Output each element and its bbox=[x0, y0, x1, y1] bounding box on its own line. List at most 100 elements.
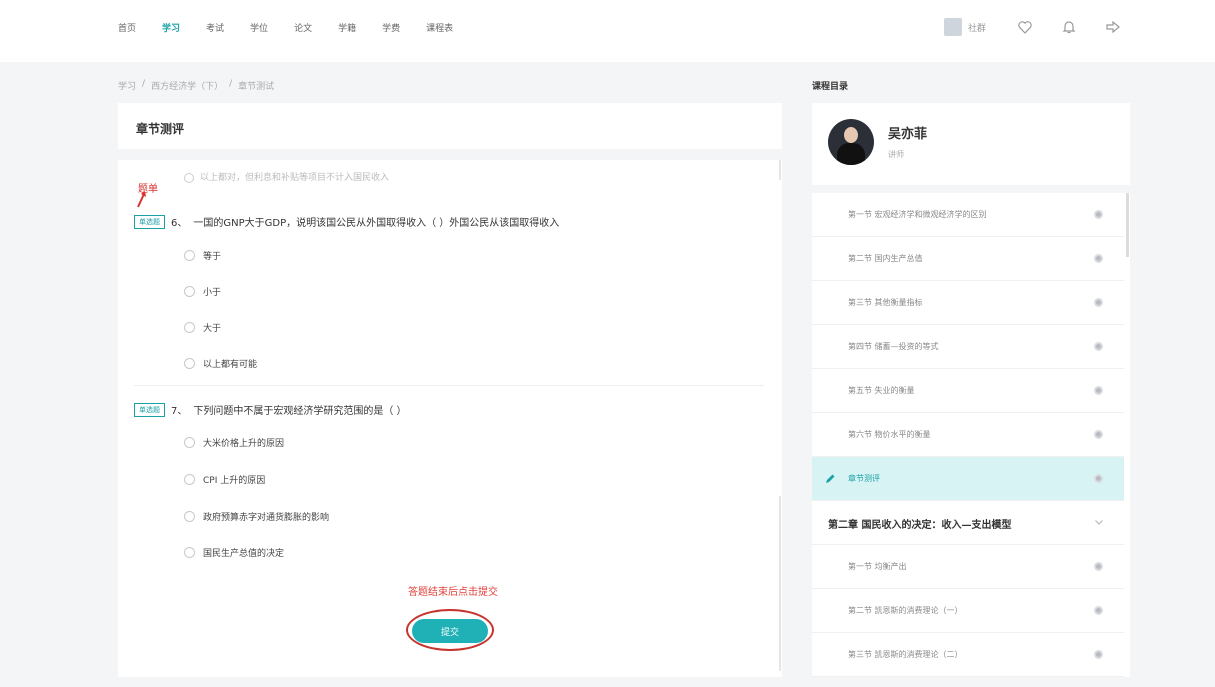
chapter-2-header[interactable]: 第二章 国民收入的决定：收入—支出模型 bbox=[812, 501, 1124, 545]
outline-item-label: 第二节 凯恩斯的消费理论（一） bbox=[848, 606, 963, 615]
breadcrumb-current: 章节测试 bbox=[238, 82, 275, 92]
quiz-body: 以上都对，但利息和补贴等项目不计入国民收入 题单 单选题 6、 一国的GNP大于… bbox=[118, 160, 782, 677]
option-label: 大米价格上升的原因 bbox=[203, 439, 285, 449]
radio-icon[interactable] bbox=[184, 511, 195, 522]
option-label: 等于 bbox=[203, 252, 222, 262]
breadcrumb-separator: / bbox=[229, 79, 233, 89]
radio-icon[interactable] bbox=[184, 474, 195, 485]
question-6: 单选题 6、 一国的GNP大于GDP，说明该国公民从外国取得收入（ ）外国公民从… bbox=[134, 214, 559, 229]
q6-option-a[interactable]: 等于 bbox=[184, 249, 221, 262]
quiz-header: 章节测评 bbox=[118, 103, 782, 149]
outline-item[interactable]: 第二节 凯恩斯的消费理论（一） bbox=[812, 589, 1124, 633]
radio-icon[interactable] bbox=[184, 286, 195, 297]
question-type-badge: 单选题 bbox=[134, 214, 165, 229]
breadcrumb: 学习 / 西方经济学（下） / 章节测试 bbox=[118, 79, 274, 92]
outline-item-label: 第三节 其他衡量指标 bbox=[848, 298, 923, 307]
cut-off-option[interactable]: 以上都对，但利息和补贴等项目不计入国民收入 bbox=[184, 170, 389, 183]
outline-item-label: 第四节 储蓄—投资的等式 bbox=[848, 342, 939, 351]
option-label: 以上都有可能 bbox=[203, 360, 258, 370]
radio-icon[interactable] bbox=[184, 358, 195, 369]
question-number: 6、 bbox=[171, 218, 188, 229]
status-dot-icon bbox=[1094, 474, 1103, 483]
teacher-avatar bbox=[828, 119, 874, 165]
breadcrumb-separator: / bbox=[142, 79, 146, 89]
q6-option-c[interactable]: 大于 bbox=[184, 321, 221, 334]
outline-item-label: 第三节 凯恩斯的消费理论（二） bbox=[848, 650, 963, 659]
teacher-name: 吴亦菲 bbox=[888, 127, 928, 142]
username[interactable]: 社群 bbox=[968, 21, 986, 34]
option-label: 小于 bbox=[203, 288, 222, 298]
outline-item[interactable]: 第六节 物价水平的衡量 bbox=[812, 413, 1124, 457]
status-dot-icon bbox=[1094, 298, 1103, 307]
q6-option-b[interactable]: 小于 bbox=[184, 285, 221, 298]
radio-icon bbox=[184, 172, 194, 183]
radio-icon[interactable] bbox=[184, 322, 195, 333]
outline-item[interactable]: 第一节 宏观经济学和微观经济学的区别 bbox=[812, 193, 1124, 237]
radio-icon[interactable] bbox=[184, 547, 195, 558]
q7-option-c[interactable]: 政府预算赤字对通货膨胀的影响 bbox=[184, 510, 329, 523]
course-outline: 第一节 宏观经济学和微观经济学的区别 第二节 国内生产总值 第三节 其他衡量指标… bbox=[812, 193, 1130, 677]
main-nav: 首页 学习 考试 学位 论文 学籍 学费 课程表 bbox=[118, 22, 479, 36]
status-dot-icon bbox=[1094, 606, 1103, 615]
scrollbar-thumb[interactable] bbox=[779, 496, 781, 671]
outline-item[interactable]: 第四节 储蓄—投资的等式 bbox=[812, 325, 1124, 369]
outline-item-label: 章节测评 bbox=[848, 474, 880, 483]
outline-item-label: 第五节 失业的衡量 bbox=[848, 386, 915, 395]
outline-item[interactable]: 第三节 凯恩斯的消费理论（二） bbox=[812, 633, 1124, 677]
outline-item[interactable]: 第一节 均衡产出 bbox=[812, 545, 1124, 589]
status-dot-icon bbox=[1094, 254, 1103, 263]
breadcrumb-study[interactable]: 学习 bbox=[118, 79, 136, 92]
avatar-face bbox=[844, 127, 858, 143]
status-dot-icon bbox=[1094, 342, 1103, 351]
user-area: 社群 bbox=[944, 18, 1148, 36]
radio-icon[interactable] bbox=[184, 437, 195, 448]
bell-icon[interactable] bbox=[1060, 18, 1078, 36]
nav-exam[interactable]: 考试 bbox=[206, 22, 224, 36]
outline-item-label: 第六节 物价水平的衡量 bbox=[848, 430, 931, 439]
q6-option-d[interactable]: 以上都有可能 bbox=[184, 357, 257, 370]
q7-option-b[interactable]: CPI 上升的原因 bbox=[184, 473, 265, 486]
outline-item-label: 第二节 国内生产总值 bbox=[848, 254, 923, 263]
page-title: 章节测评 bbox=[136, 122, 185, 136]
outline-item[interactable]: 第五节 失业的衡量 bbox=[812, 369, 1124, 413]
question-text: 一国的GNP大于GDP，说明该国公民从外国取得收入（ ）外国公民从该国取得收入 bbox=[193, 218, 560, 229]
option-label: 大于 bbox=[203, 324, 222, 334]
nav-status[interactable]: 学籍 bbox=[338, 22, 356, 36]
nav-study[interactable]: 学习 bbox=[162, 22, 180, 36]
pencil-icon bbox=[826, 474, 835, 483]
logout-icon[interactable] bbox=[1104, 18, 1122, 36]
outline-item[interactable]: 第三节 其他衡量指标 bbox=[812, 281, 1124, 325]
question-7: 单选题 7、 下列问题中不属于宏观经济学研究范围的是（ ） bbox=[134, 402, 407, 417]
chapter-title: 第二章 国民收入的决定：收入—支出模型 bbox=[828, 520, 1012, 531]
nav-timetable[interactable]: 课程表 bbox=[426, 22, 453, 36]
question-divider bbox=[134, 385, 764, 386]
option-label: CPI 上升的原因 bbox=[203, 476, 266, 486]
outline-item-label: 第一节 均衡产出 bbox=[848, 562, 907, 571]
top-nav-bar: 首页 学习 考试 学位 论文 学籍 学费 课程表 社群 bbox=[0, 0, 1215, 62]
chevron-down-icon bbox=[1095, 520, 1103, 525]
submit-button[interactable]: 提交 bbox=[412, 619, 488, 643]
nav-thesis[interactable]: 论文 bbox=[294, 22, 312, 36]
outline-item-active[interactable]: 章节测评 bbox=[812, 457, 1124, 501]
q7-option-d[interactable]: 国民生产总值的决定 bbox=[184, 546, 284, 559]
teacher-role: 讲师 bbox=[888, 150, 904, 159]
nav-degree[interactable]: 学位 bbox=[250, 22, 268, 36]
submit-hint: 答题结束后点击提交 bbox=[408, 587, 498, 598]
scrollbar-track bbox=[779, 160, 781, 180]
teacher-card: 吴亦菲 讲师 bbox=[812, 103, 1130, 185]
status-dot-icon bbox=[1094, 386, 1103, 395]
breadcrumb-course[interactable]: 西方经济学（下） bbox=[151, 79, 223, 92]
outline-item[interactable]: 第二节 国内生产总值 bbox=[812, 237, 1124, 281]
user-avatar[interactable] bbox=[944, 18, 962, 36]
nav-home[interactable]: 首页 bbox=[118, 22, 136, 36]
annotation-arrow-icon bbox=[137, 191, 146, 208]
q7-option-a[interactable]: 大米价格上升的原因 bbox=[184, 436, 284, 449]
scrollbar-thumb[interactable] bbox=[1126, 193, 1129, 257]
nav-fees[interactable]: 学费 bbox=[382, 22, 400, 36]
option-label: 以上都对，但利息和补贴等项目不计入国民收入 bbox=[200, 173, 390, 183]
heart-icon[interactable] bbox=[1016, 18, 1034, 36]
option-label: 政府预算赤字对通货膨胀的影响 bbox=[203, 513, 330, 523]
radio-icon[interactable] bbox=[184, 250, 195, 261]
avatar-body bbox=[837, 143, 865, 165]
status-dot-icon bbox=[1094, 562, 1103, 571]
